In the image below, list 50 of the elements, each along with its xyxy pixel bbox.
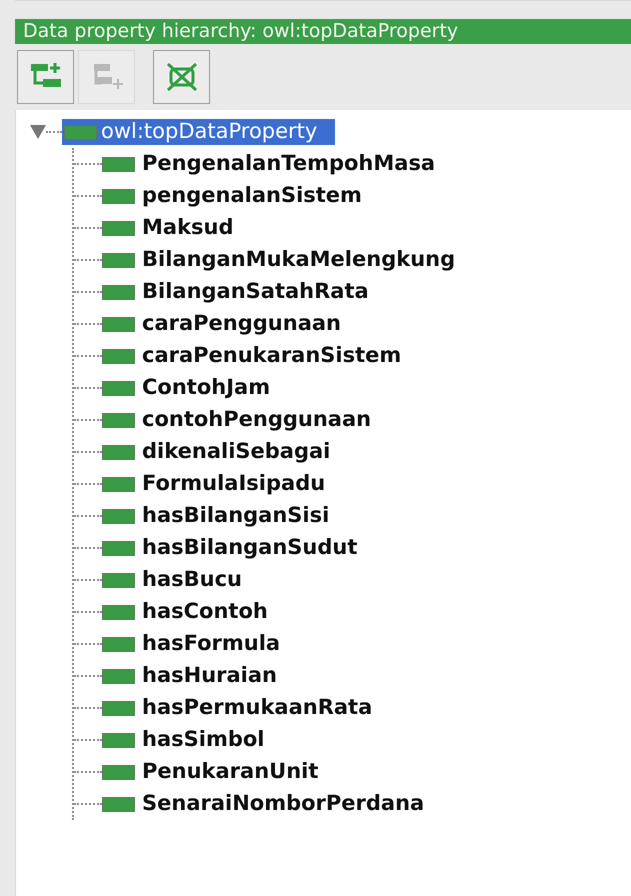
tree-item[interactable]: BilanganMukaMelengkung bbox=[140, 244, 458, 276]
delete-button[interactable] bbox=[153, 50, 210, 104]
tree-item[interactable]: SenaraiNomborPerdana bbox=[140, 788, 426, 820]
tree-item[interactable]: hasPermukaanRata bbox=[140, 692, 374, 724]
data-property-icon bbox=[102, 316, 135, 332]
data-property-icon bbox=[102, 636, 135, 652]
tree-item[interactable]: hasBucu bbox=[140, 564, 244, 596]
data-property-icon bbox=[64, 124, 97, 140]
data-property-icon bbox=[102, 508, 135, 524]
add-subproperty-button[interactable] bbox=[17, 50, 74, 104]
tree-item[interactable]: hasHuraian bbox=[140, 660, 279, 692]
data-property-icon bbox=[102, 188, 135, 204]
tree-item[interactable]: hasContoh bbox=[140, 596, 270, 628]
tree-item[interactable]: ContohJam bbox=[140, 372, 272, 404]
data-property-icon bbox=[102, 412, 135, 428]
data-property-icon bbox=[102, 220, 135, 236]
data-property-icon bbox=[102, 284, 135, 300]
tree-item[interactable]: PengenalanTempohMasa bbox=[140, 148, 438, 180]
tree-item[interactable]: Maksud bbox=[140, 212, 236, 244]
data-property-icon bbox=[102, 156, 135, 172]
data-property-icon bbox=[102, 380, 135, 396]
tree-item[interactable]: contohPenggunaan bbox=[140, 404, 374, 436]
tree-item[interactable]: hasSimbol bbox=[140, 724, 266, 756]
tree-item[interactable]: FormulaIsipadu bbox=[140, 468, 328, 500]
tree-item[interactable]: hasFormula bbox=[140, 628, 282, 660]
data-property-icon bbox=[102, 540, 135, 556]
tree-item[interactable]: hasBilanganSudut bbox=[140, 532, 360, 564]
tree-item[interactable]: dikenaliSebagai bbox=[140, 436, 332, 468]
tree-item-label: owl:topDataProperty bbox=[101, 118, 318, 146]
tree-item[interactable]: pengenalanSistem bbox=[140, 180, 364, 212]
data-property-icon bbox=[102, 700, 135, 716]
data-property-icon bbox=[102, 572, 135, 588]
tree-item[interactable]: BilanganSatahRata bbox=[140, 276, 371, 308]
data-property-icon bbox=[102, 252, 135, 268]
data-property-icon bbox=[102, 476, 135, 492]
data-property-icon bbox=[102, 348, 135, 364]
panel-title: Data property hierarchy: owl:topDataProperty bbox=[15, 19, 631, 44]
data-property-icon bbox=[102, 668, 135, 684]
data-property-icon bbox=[102, 796, 135, 812]
expand-triangle-icon[interactable] bbox=[30, 125, 46, 139]
data-property-icon bbox=[102, 732, 135, 748]
tree-item[interactable]: PenukaranUnit bbox=[140, 756, 320, 788]
tree-item[interactable]: owl:topDataProperty bbox=[62, 119, 336, 145]
data-property-icon bbox=[102, 764, 135, 780]
data-property-icon bbox=[102, 444, 135, 460]
data-property-icon bbox=[102, 604, 135, 620]
tree-item[interactable]: caraPenukaranSistem bbox=[140, 340, 404, 372]
tree-item[interactable]: hasBilanganSisi bbox=[140, 500, 332, 532]
tree-item[interactable]: caraPenggunaan bbox=[140, 308, 343, 340]
delete-icon bbox=[164, 61, 198, 93]
